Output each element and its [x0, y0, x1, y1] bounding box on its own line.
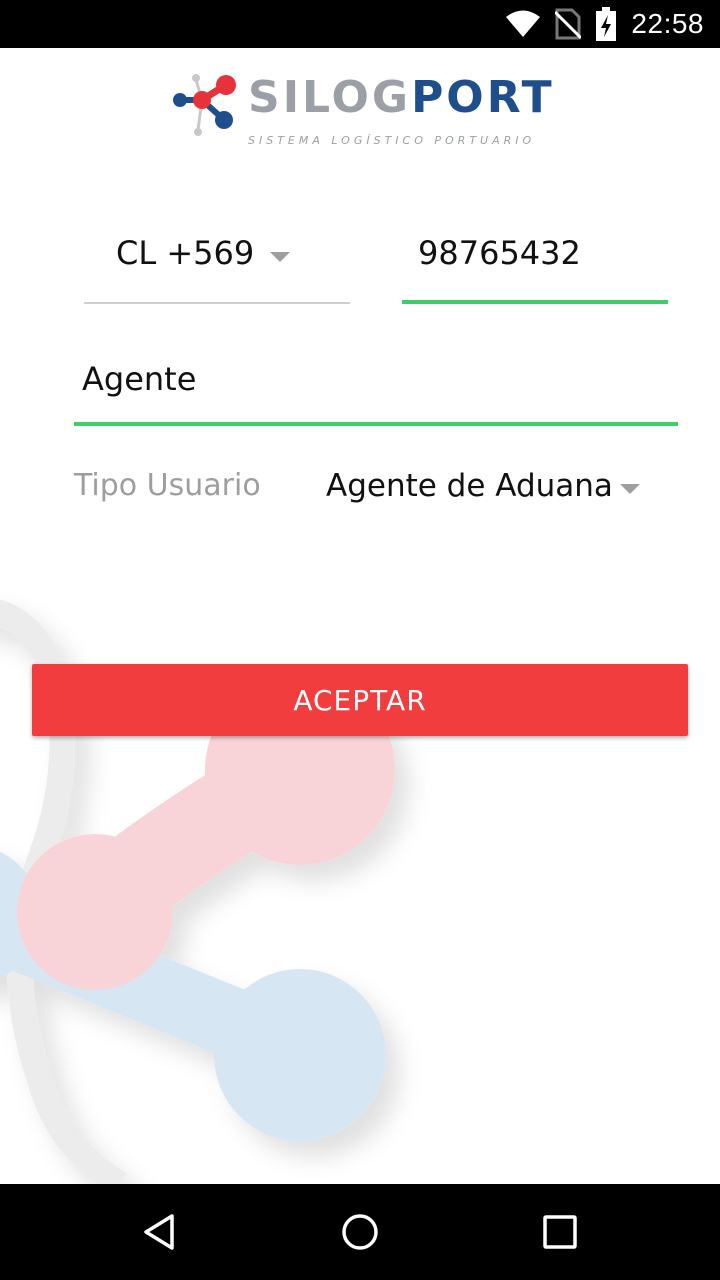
home-button[interactable] [336, 1208, 384, 1256]
phone-number-value: 98765432 [418, 234, 581, 272]
logo-wordmark: SILOGPORT [248, 74, 555, 122]
navigation-bar [0, 1184, 720, 1280]
molecule-logo-icon [173, 74, 236, 136]
silogport-logo: SILOGPORT SISTEMA LOGÍSTICO PORTUARIO [170, 70, 552, 147]
login-screen: SILOGPORT SISTEMA LOGÍSTICO PORTUARIO CL… [0, 48, 720, 1184]
name-value: Agente [82, 360, 197, 398]
logo-wordmark-silog: SILOG [248, 72, 412, 123]
phone-number-input[interactable]: 98765432 [402, 216, 668, 304]
back-icon [144, 1214, 174, 1250]
back-button[interactable] [136, 1208, 184, 1256]
no-sim-icon [555, 8, 582, 40]
battery-charging-icon [595, 7, 617, 41]
country-code-value: CL +569 [116, 234, 255, 272]
name-input[interactable]: Agente [74, 344, 678, 426]
recents-button[interactable] [536, 1208, 584, 1256]
country-code-select[interactable]: CL +569 [84, 216, 350, 304]
status-bar: 22:58 [0, 0, 720, 48]
home-icon [342, 1214, 378, 1250]
accept-button[interactable]: ACEPTAR [32, 664, 688, 736]
user-type-select[interactable]: Agente de Aduana [324, 458, 654, 518]
chevron-down-icon [620, 484, 640, 494]
accept-button-label: ACEPTAR [293, 683, 427, 717]
user-type-value: Agente de Aduana [326, 468, 613, 504]
status-icons: 22:58 [505, 0, 704, 48]
logo-wordmark-port: PORT [411, 72, 555, 123]
chevron-down-icon [270, 252, 290, 262]
status-time: 22:58 [631, 8, 704, 39]
logo-tagline: SISTEMA LOGÍSTICO PORTUARIO [248, 134, 536, 147]
recents-icon [543, 1215, 577, 1249]
wifi-icon [505, 10, 541, 38]
user-type-label: Tipo Usuario [74, 468, 261, 503]
